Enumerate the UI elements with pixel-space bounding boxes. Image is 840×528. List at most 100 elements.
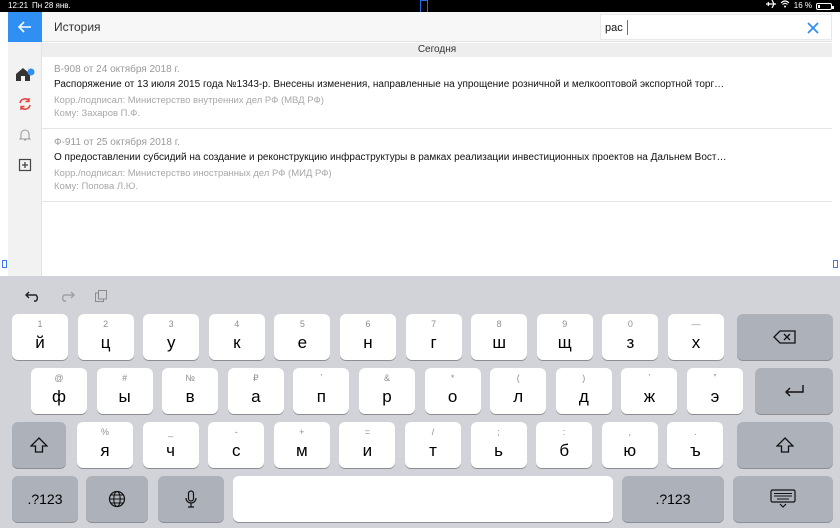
key-label: ф [52,387,66,406]
key-н[interactable]: 6н [340,314,396,360]
key-о[interactable]: * о [424,368,481,414]
key-label: л [513,387,524,406]
home-icon [16,68,35,81]
key-label: ы [118,387,131,406]
key-ь[interactable]: ; ь [470,422,527,468]
key-и[interactable]: = и [339,422,396,468]
close-icon[interactable] [805,20,821,36]
key-з[interactable]: 0з [602,314,659,360]
key-а[interactable]: ₽ а [227,368,284,414]
numbers-key-left[interactable]: .?123 [12,476,78,522]
key-label: т [429,441,437,460]
sidebar-item-sync[interactable] [8,94,42,114]
key-alt-label: ( [516,373,520,383]
shift-icon [776,437,794,453]
key-ъ[interactable]: .ъ [667,422,724,468]
key-к[interactable]: 4к [208,314,265,360]
key-label: э [710,387,720,406]
key-alt-label: ₽ [252,373,259,383]
page-title: История [54,20,101,34]
space-key[interactable] [233,476,613,522]
key-ы[interactable]: # ы [96,368,153,414]
shift-key-right[interactable] [737,422,833,468]
key-label: о [447,387,458,406]
key-label: у [166,333,176,352]
airplane-icon [765,0,776,12]
key-у[interactable]: 3у [143,314,200,360]
key-ж[interactable]: ʼж [621,368,678,414]
key-label: з [626,333,635,352]
notification-badge-icon [27,68,35,76]
key-я[interactable]: % я [77,422,133,468]
key-alt-label: 2 [103,319,109,329]
sidebar-item-notifications[interactable] [8,126,42,144]
key-label: к [233,333,241,352]
backspace-key[interactable] [737,314,833,360]
key-ф[interactable]: @ ф [31,368,87,414]
delete-left-icon [773,330,796,344]
key-м[interactable]: + м [273,422,330,468]
return-key[interactable] [755,368,833,414]
key-е[interactable]: 5е [274,314,331,360]
document-item[interactable]: В-908 от 24 октября 2018 г. Распоряжение… [42,57,832,129]
text-caret [627,20,628,35]
key-label: м [295,441,308,460]
language-key[interactable] [86,476,148,522]
key-г[interactable]: 7г [405,314,462,360]
key-ш[interactable]: 8ш [471,314,528,360]
sidebar-item-create[interactable] [8,156,42,174]
bell-icon [19,129,31,141]
globe-icon [108,490,126,508]
key-х[interactable]: — х [668,314,724,360]
shift-icon [30,437,48,453]
key-т[interactable]: / т [405,422,461,468]
document-item[interactable]: Ф-911 от 25 октября 2018 г. О предоставл… [42,130,832,202]
shift-key-left[interactable] [12,422,66,468]
key-б[interactable]: :б [536,422,593,468]
search-input[interactable] [605,20,795,36]
refresh-icon [19,98,31,110]
return-icon [785,385,804,397]
key-э[interactable]: ˮэ [687,368,743,414]
key-alt-label: № [185,373,196,383]
key-р[interactable]: & р [359,368,415,414]
resize-handle-left[interactable] [2,260,7,268]
key-label: ю [623,441,637,460]
key-д[interactable]: ) д [555,368,612,414]
key-п[interactable]: ʼп [293,368,350,414]
key-alt-label: ) [582,373,586,383]
key-label: н [363,333,373,352]
battery-icon [816,2,834,10]
paste-button[interactable] [92,288,110,304]
key-alt-label: ʼ [320,373,323,383]
key-label: я [100,441,110,460]
sidebar-item-home[interactable] [8,64,42,84]
key-щ[interactable]: 9щ [536,314,593,360]
dictation-key[interactable] [158,476,224,522]
key-ц[interactable]: 2ц [77,314,134,360]
document-recipient: Кому: Попова Л.Ю. [54,181,138,192]
hide-keyboard-key[interactable] [733,476,833,522]
key-с[interactable]: -с [208,422,265,468]
back-button[interactable] [8,12,42,42]
key-label: е [297,333,308,352]
clipboard-icon [95,290,107,302]
key-alt-label: _ [168,427,174,437]
key-ю[interactable]: ,ю [601,422,658,468]
status-date: Пн 28 янв. [32,1,71,10]
key-й[interactable]: 1й [12,314,68,360]
key-л[interactable]: (л [490,368,547,414]
document-correspondent: Корр./подписал: Министерство внутренних … [54,95,324,106]
redo-button[interactable] [58,288,76,304]
key-ч[interactable]: _ ч [142,422,199,468]
numbers-key-right[interactable]: .?123 [622,476,724,522]
key-alt-label: 3 [168,319,174,329]
key-alt-label: - [234,427,238,437]
battery-percent: 16 % [793,1,812,10]
undo-button[interactable] [24,288,42,304]
search-box[interactable] [600,14,832,40]
key-в[interactable]: № в [162,368,219,414]
key-label: х [691,333,701,352]
key-alt-label: 9 [562,319,568,329]
resize-handle-right[interactable] [833,260,838,268]
